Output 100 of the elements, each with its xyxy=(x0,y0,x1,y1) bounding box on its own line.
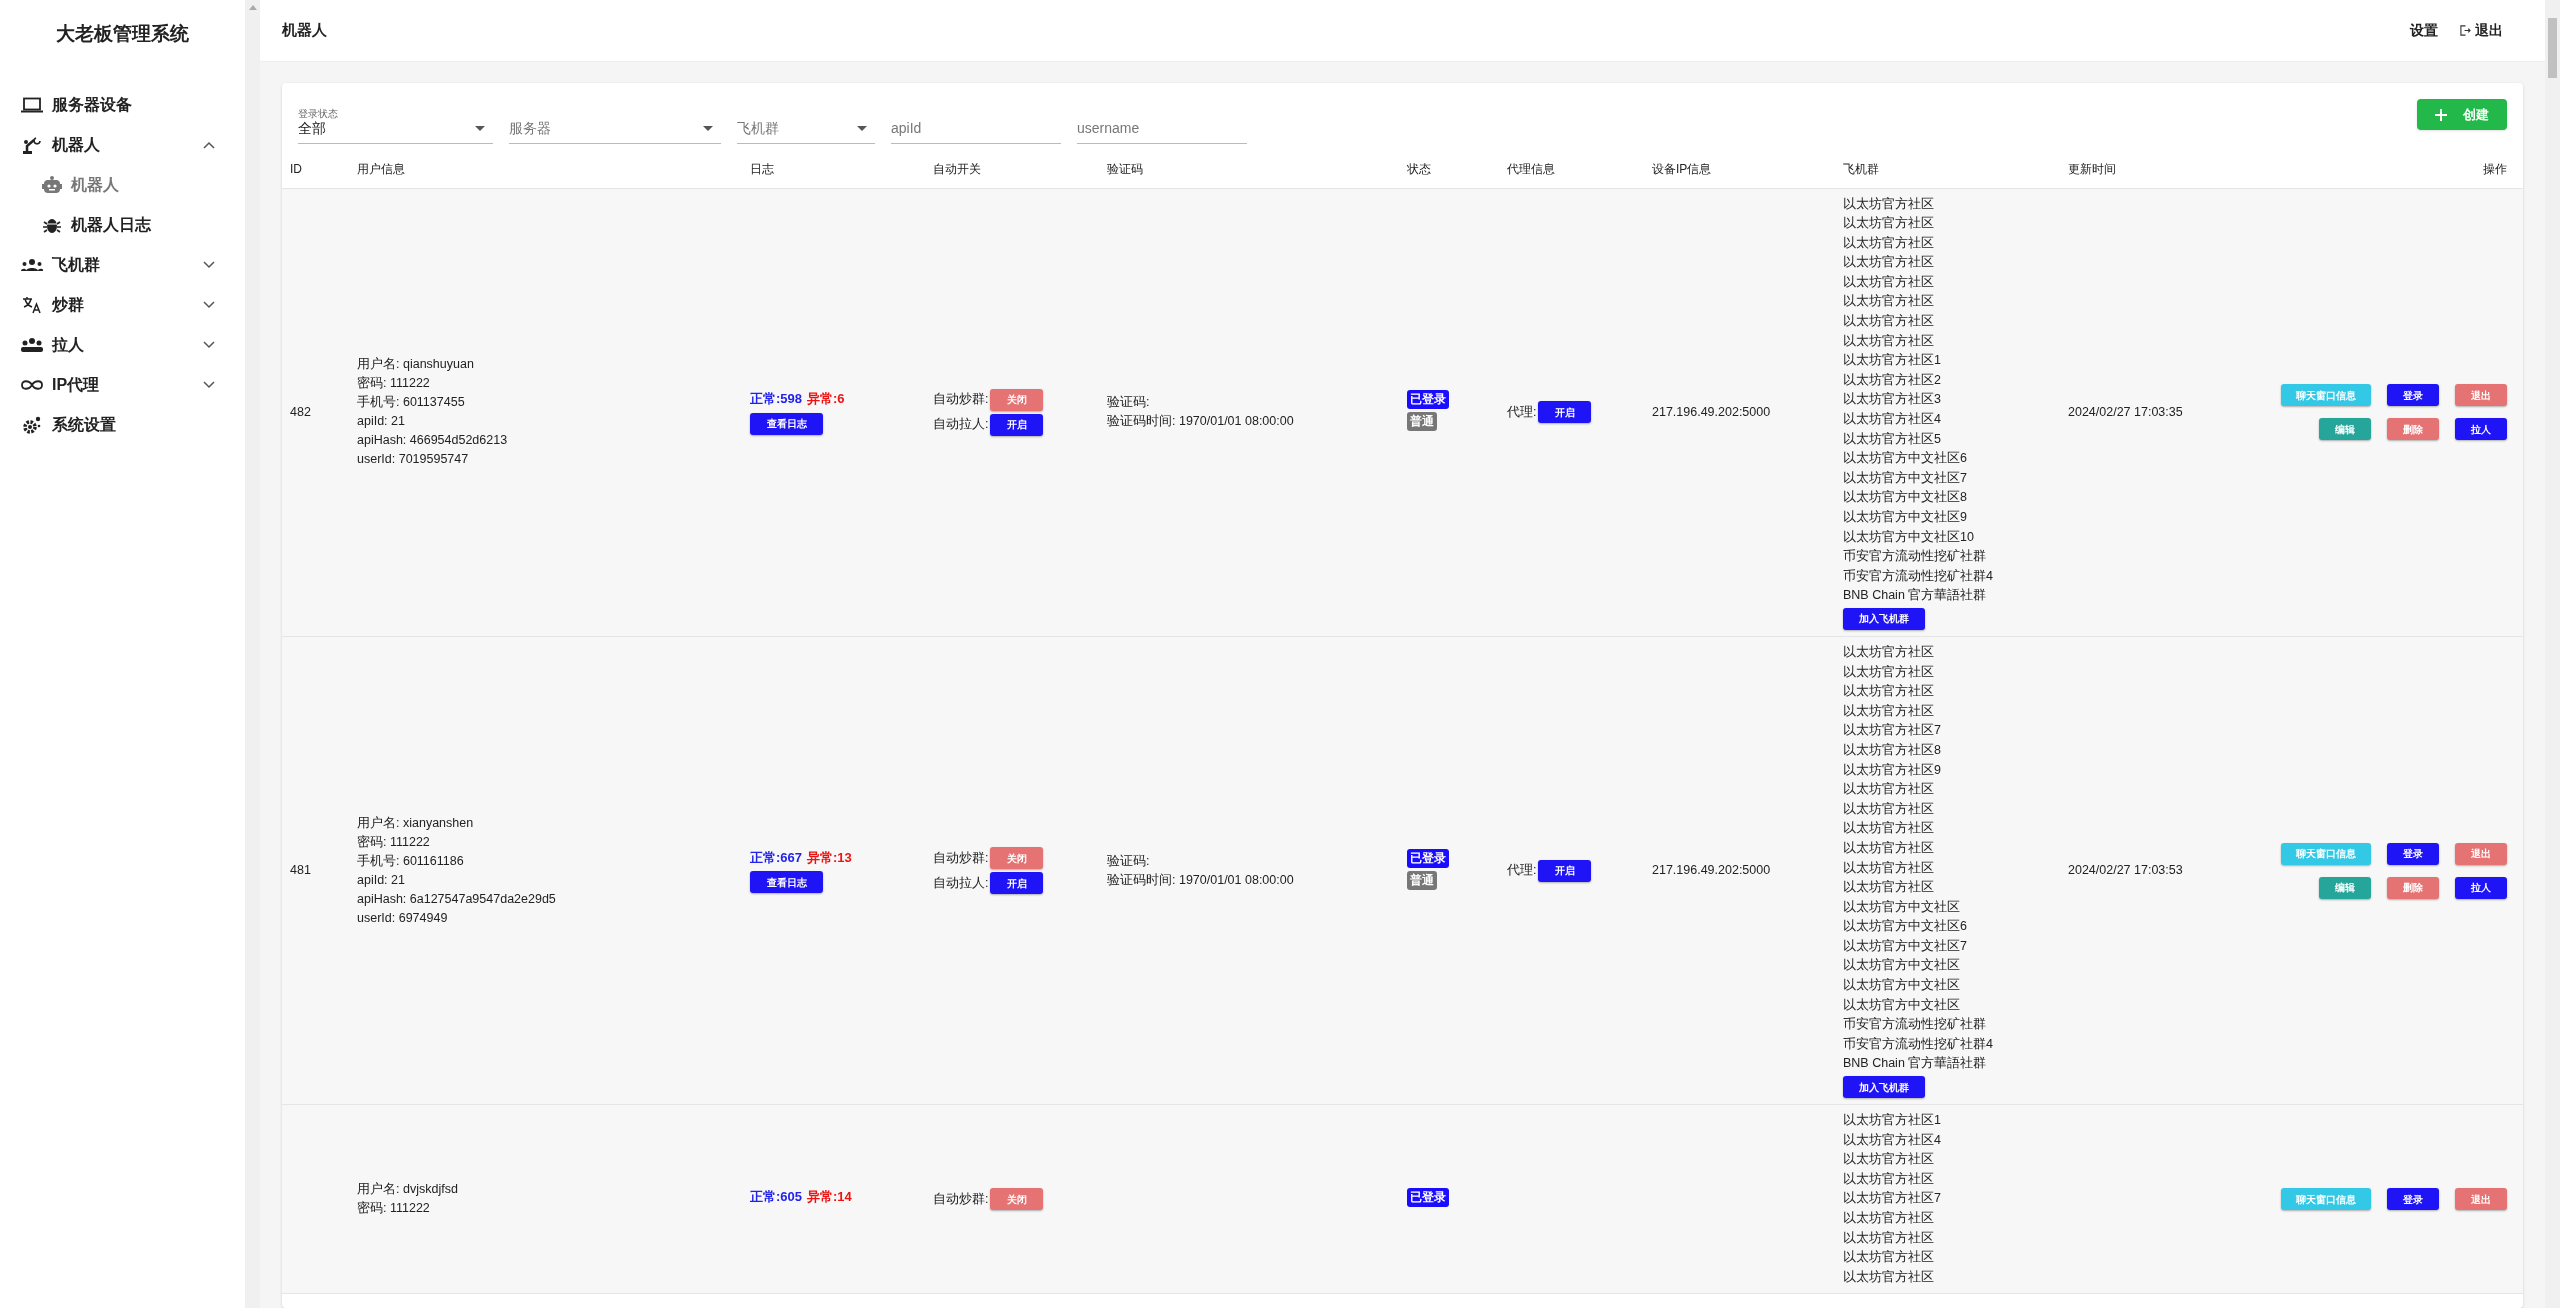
user-info-line: apiId: 21 xyxy=(357,413,406,431)
nav-item[interactable]: IP代理 xyxy=(0,364,245,405)
group-name: 以太坊官方中文社区10 xyxy=(1843,528,1975,546)
group-name: 以太坊官方社区1 xyxy=(1843,352,1942,370)
column-header: 用户信息 xyxy=(349,150,742,188)
group-name: 以太坊官方社区 xyxy=(1843,800,1935,818)
group-name: 币安官方流动性挖矿社群 xyxy=(1843,1016,1987,1034)
group-name: 以太坊官方社区 xyxy=(1843,643,1935,661)
column-header: ID xyxy=(282,150,349,188)
nav-item[interactable]: 机器人 xyxy=(0,124,245,165)
group-name: 以太坊官方社区 xyxy=(1843,195,1935,213)
action-button[interactable]: 登录 xyxy=(2387,1188,2439,1211)
column-header: 飞机群 xyxy=(1835,150,2060,188)
text-field[interactable]: apiId xyxy=(891,99,1061,144)
normal-count: 正常:598 xyxy=(750,390,803,409)
status-badge: 普通 xyxy=(1407,870,1437,890)
caret-icon xyxy=(703,126,713,131)
column-header: 状态 xyxy=(1399,150,1499,188)
user-info-line: apiId: 21 xyxy=(357,871,406,889)
action-button[interactable]: 拉人 xyxy=(2455,418,2507,441)
caret-icon xyxy=(475,126,485,131)
group-name: 以太坊官方社区 xyxy=(1843,1229,1935,1247)
action-button[interactable]: 拉人 xyxy=(2455,876,2507,899)
user-info-line: 用户名: qianshuyuan xyxy=(357,356,475,374)
nav-subitem[interactable]: 机器人日志 xyxy=(0,204,245,245)
nav-item[interactable]: 系统设置 xyxy=(0,404,245,445)
group-name: 以太坊官方社区 xyxy=(1843,1210,1935,1227)
join-group-button[interactable]: 加入飞机群 xyxy=(1843,607,1925,630)
group-name: 以太坊官方社区 xyxy=(1843,254,1935,272)
dropdown-field[interactable]: 登录状态 全部 xyxy=(298,99,493,144)
chevron-down-icon xyxy=(203,260,215,269)
group-name: 币安官方流动性挖矿社群 xyxy=(1843,548,1987,566)
group-name: 以太坊官方中文社区 xyxy=(1843,898,1961,916)
group-name: 以太坊官方中文社区 xyxy=(1843,996,1961,1014)
chevron-down-icon xyxy=(203,380,215,389)
field-placeholder: 服务器 xyxy=(509,121,551,135)
switch-label: 自动拉人: xyxy=(933,874,989,892)
nav-item[interactable]: 服务器设备 xyxy=(0,84,245,125)
ip-address: 217.196.49.202:5000 xyxy=(1652,863,1771,878)
group-name: 以太坊官方社区 xyxy=(1843,781,1935,799)
group-name: 以太坊官方社区 xyxy=(1843,332,1935,350)
robot-icon xyxy=(41,175,63,194)
group-name: 以太坊官方社区4 xyxy=(1843,411,1942,429)
nav-label: 飞机群 xyxy=(52,254,101,275)
people-icon xyxy=(20,337,44,352)
settings-link[interactable]: 设置 xyxy=(2410,20,2438,41)
nav-item[interactable]: 炒群 xyxy=(0,284,245,325)
user-info-line: userId: 6974949 xyxy=(357,909,449,927)
group-name: 以太坊官方中文社区7 xyxy=(1843,937,1968,955)
proxy-toggle-button[interactable]: 开启 xyxy=(1538,401,1592,424)
nav-subitem[interactable]: 机器人 xyxy=(0,164,245,205)
nav-item[interactable]: 拉人 xyxy=(0,324,245,365)
group-name: 以太坊官方社区 xyxy=(1843,879,1935,897)
id-text: 482 xyxy=(290,404,311,419)
captcha-text: 验证码: xyxy=(1107,394,1151,412)
nav-item[interactable]: 飞机群 xyxy=(0,244,245,285)
logout-link[interactable]: 退出 xyxy=(2460,20,2503,41)
scroll-up-arrow-icon[interactable] xyxy=(248,5,257,10)
app-title: 大老板管理系统 xyxy=(55,22,190,46)
group-name: 以太坊官方社区 xyxy=(1843,1249,1935,1267)
proxy-toggle-button[interactable]: 开启 xyxy=(1538,859,1592,882)
column-header: 操作 xyxy=(2260,150,2523,188)
text-field[interactable]: username xyxy=(1077,99,1247,144)
group-name: 以太坊官方社区 xyxy=(1843,663,1935,681)
scrollbar[interactable] xyxy=(2545,0,2560,1308)
nav-label: 服务器设备 xyxy=(52,94,133,115)
group-name: 以太坊官方中文社区7 xyxy=(1843,469,1968,487)
toggle-button[interactable]: 开启 xyxy=(990,413,1044,436)
group-name: 以太坊官方社区5 xyxy=(1843,430,1942,448)
group-name: 以太坊官方社区4 xyxy=(1843,1131,1942,1149)
group-name: 以太坊官方社区 xyxy=(1843,820,1935,838)
dropdown-field[interactable]: 飞机群 xyxy=(737,99,875,144)
normal-count: 正常:605 xyxy=(750,1188,803,1207)
group-name: 以太坊官方社区 xyxy=(1843,1170,1935,1188)
view-log-button[interactable]: 查看日志 xyxy=(750,413,823,435)
group-icon xyxy=(20,258,44,271)
captcha-text: 验证码: xyxy=(1107,852,1151,870)
laptop-icon xyxy=(20,96,44,113)
switch-label: 自动炒群: xyxy=(933,391,989,409)
captcha-text: 验证码时间: 1970/01/01 08:00:00 xyxy=(1107,413,1295,431)
action-button[interactable]: 登录 xyxy=(2387,384,2439,407)
column-header: 自动开关 xyxy=(925,150,1099,188)
join-group-button[interactable]: 加入飞机群 xyxy=(1843,1076,1925,1099)
group-name: 以太坊官方中文社区 xyxy=(1843,977,1961,995)
dropdown-field[interactable]: 服务器 xyxy=(509,99,721,144)
action-button[interactable]: 登录 xyxy=(2387,842,2439,865)
scrollbar-thumb[interactable] xyxy=(2548,18,2557,78)
view-log-button[interactable]: 查看日志 xyxy=(750,871,823,894)
infinity-icon xyxy=(20,378,44,391)
translate-icon xyxy=(20,295,44,314)
group-name: 以太坊官方社区7 xyxy=(1843,1190,1942,1208)
captcha-text: 验证码时间: 1970/01/01 08:00:00 xyxy=(1107,871,1295,889)
group-name: 以太坊官方社区9 xyxy=(1843,761,1942,779)
column-header: 代理信息 xyxy=(1499,150,1644,188)
group-name: 以太坊官方社区 xyxy=(1843,293,1935,311)
switch-label: 自动拉人: xyxy=(933,416,989,434)
caret-icon xyxy=(857,126,867,131)
user-info-line: 用户名: xianyanshen xyxy=(357,814,475,832)
toggle-button[interactable]: 开启 xyxy=(990,872,1044,894)
field-value: 全部 xyxy=(298,121,327,135)
